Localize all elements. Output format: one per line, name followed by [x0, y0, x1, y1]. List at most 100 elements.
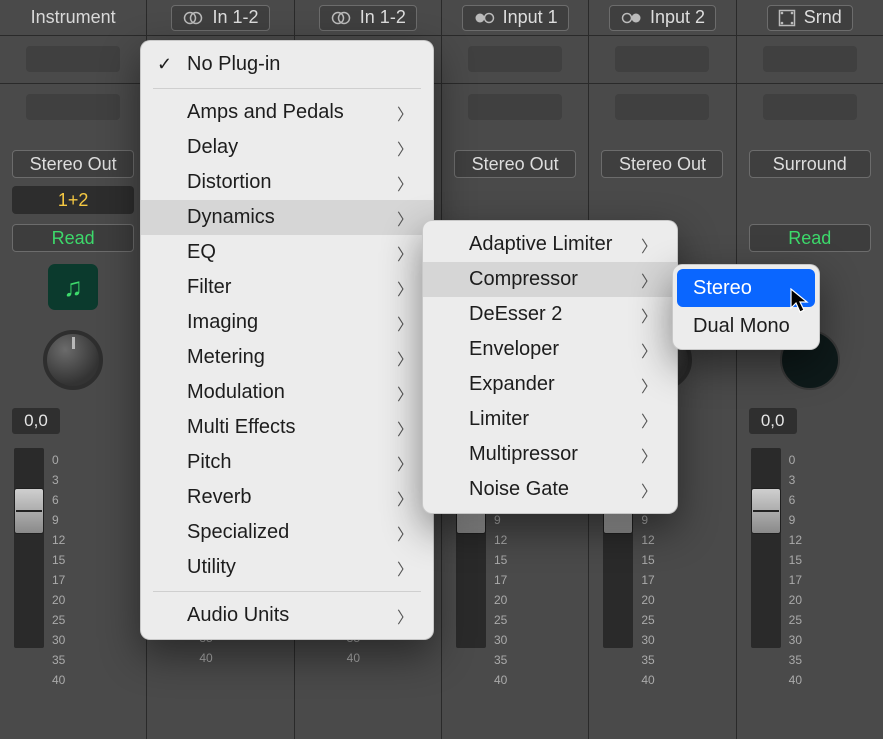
menu-item[interactable]: Limiter〉 — [423, 402, 677, 437]
output-button[interactable]: Surround — [749, 150, 871, 178]
insert-slot[interactable] — [468, 46, 562, 72]
send-slot[interactable] — [615, 94, 709, 120]
scale-tick: 25 — [494, 610, 507, 630]
scale-tick: 30 — [494, 630, 507, 650]
menu-item[interactable]: Filter 〉 — [141, 270, 433, 305]
input-selector-button[interactable]: Instrument — [21, 5, 126, 31]
automation-mode-button[interactable]: Read — [12, 224, 134, 252]
output-button[interactable]: Stereo Out — [12, 150, 134, 178]
input-label: In 1-2 — [212, 7, 258, 28]
menu-item-label: Utility — [187, 556, 236, 579]
menu-item[interactable]: Specialized〉 — [141, 515, 433, 550]
menu-item-no-plugin[interactable]: ✓ No Plug-in — [141, 47, 433, 82]
menu-item[interactable]: Amps and Pedals 〉 — [141, 95, 433, 130]
channel-header: In 1-2 — [295, 0, 441, 36]
scale-tick: 9 — [789, 510, 802, 530]
scale-tick: 25 — [789, 610, 802, 630]
input-selector-button[interactable]: In 1-2 — [171, 5, 269, 31]
menu-item[interactable]: Imaging〉 — [141, 305, 433, 340]
menu-item[interactable]: Noise Gate〉 — [423, 472, 677, 507]
channel-config-submenu[interactable]: StereoDual Mono — [672, 264, 820, 350]
input-selector-button[interactable]: Input 1 — [462, 5, 569, 31]
menu-item[interactable]: Compressor〉 — [423, 262, 677, 297]
scale-tick: 25 — [641, 610, 654, 630]
output-button[interactable]: Stereo Out — [601, 150, 723, 178]
menu-item[interactable]: Dual Mono — [677, 307, 815, 345]
scale-tick: 15 — [641, 550, 654, 570]
scale-tick: 0 — [789, 450, 802, 470]
input-selector-button[interactable]: Srnd — [767, 5, 853, 31]
pan-value[interactable]: 0,0 — [12, 408, 60, 434]
menu-item-label: Adaptive Limiter — [469, 233, 612, 256]
input-selector-button[interactable]: Input 2 — [609, 5, 716, 31]
pan-value[interactable]: 0,0 — [749, 408, 797, 434]
menu-item[interactable]: Multi Effects〉 — [141, 410, 433, 445]
automation-mode-button[interactable]: Read — [749, 224, 871, 252]
menu-item-label: EQ — [187, 241, 216, 264]
fader-cap[interactable] — [14, 488, 44, 534]
send-slot[interactable] — [763, 94, 857, 120]
menu-item[interactable]: Expander〉 — [423, 367, 677, 402]
fader-cap[interactable] — [751, 488, 781, 534]
dynamics-submenu[interactable]: Adaptive Limiter〉Compressor〉DeEsser 2〉En… — [422, 220, 678, 514]
menu-item[interactable]: Delay〉 — [141, 130, 433, 165]
chevron-right-icon: 〉 — [397, 101, 413, 125]
scale-tick: 17 — [494, 570, 507, 590]
chevron-right-icon: 〉 — [397, 451, 413, 475]
menu-item[interactable]: Pitch〉 — [141, 445, 433, 480]
menu-item[interactable]: Dynamics〉 — [141, 200, 433, 235]
menu-item[interactable]: Stereo — [677, 269, 815, 307]
plugin-category-menu[interactable]: ✓ No Plug-in Amps and Pedals〉Delay〉Disto… — [140, 40, 434, 640]
scale-tick: 15 — [789, 550, 802, 570]
chevron-right-icon: 〉 — [641, 303, 657, 327]
menu-item[interactable]: Enveloper〉 — [423, 332, 677, 367]
menu-item[interactable]: EQ 〉 — [141, 235, 433, 270]
scale-tick: 17 — [789, 570, 802, 590]
chevron-right-icon: 〉 — [397, 276, 413, 300]
menu-item[interactable]: DeEsser 2〉 — [423, 297, 677, 332]
music-note-icon[interactable]: ♫ — [48, 264, 98, 310]
menu-item-label: Amps and Pedals — [187, 101, 344, 124]
menu-item-audio-units[interactable]: Audio Units 〉 — [141, 598, 433, 633]
channel-header: Instrument — [0, 0, 146, 36]
channel-strip: SrndSurroundRead0,003691215172025303540 — [737, 0, 883, 739]
insert-slot[interactable] — [615, 46, 709, 72]
group-button[interactable]: 1+2 — [12, 186, 134, 214]
channel-header: Input 1 — [442, 0, 588, 36]
send-slot[interactable] — [26, 94, 120, 120]
input-selector-button[interactable]: In 1-2 — [319, 5, 417, 31]
volume-fader[interactable] — [14, 448, 44, 648]
menu-item[interactable]: Multipressor〉 — [423, 437, 677, 472]
menu-item-label: Filter — [187, 276, 231, 299]
menu-item[interactable]: Utility〉 — [141, 550, 433, 585]
db-scale: 03691215172025303540 — [789, 448, 802, 690]
insert-slot-region — [442, 36, 588, 84]
menu-item[interactable]: Distortion〉 — [141, 165, 433, 200]
chevron-right-icon: 〉 — [397, 346, 413, 370]
scale-tick: 25 — [52, 610, 65, 630]
scale-tick: 35 — [789, 650, 802, 670]
insert-slot[interactable] — [763, 46, 857, 72]
menu-item[interactable]: Metering〉 — [141, 340, 433, 375]
scale-tick: 15 — [52, 550, 65, 570]
insert-slot[interactable] — [26, 46, 120, 72]
scale-tick: 12 — [494, 530, 507, 550]
scale-tick: 17 — [641, 570, 654, 590]
pan-knob[interactable] — [43, 330, 103, 390]
scale-tick: 40 — [789, 670, 802, 690]
output-button[interactable]: Stereo Out — [454, 150, 576, 178]
chevron-right-icon: 〉 — [397, 381, 413, 405]
send-slot[interactable] — [468, 94, 562, 120]
chevron-right-icon: 〉 — [397, 241, 413, 265]
menu-item[interactable]: Modulation〉 — [141, 375, 433, 410]
volume-fader[interactable] — [751, 448, 781, 648]
menu-item-label: Limiter — [469, 408, 529, 431]
menu-item-label: Delay — [187, 136, 238, 159]
fader-area: 03691215172025303540 — [737, 448, 883, 739]
menu-item-label: Multi Effects — [187, 416, 296, 439]
chevron-right-icon: 〉 — [397, 206, 413, 230]
menu-item[interactable]: Reverb〉 — [141, 480, 433, 515]
scale-tick: 40 — [347, 648, 360, 668]
scale-tick: 17 — [52, 570, 65, 590]
menu-item[interactable]: Adaptive Limiter〉 — [423, 227, 677, 262]
